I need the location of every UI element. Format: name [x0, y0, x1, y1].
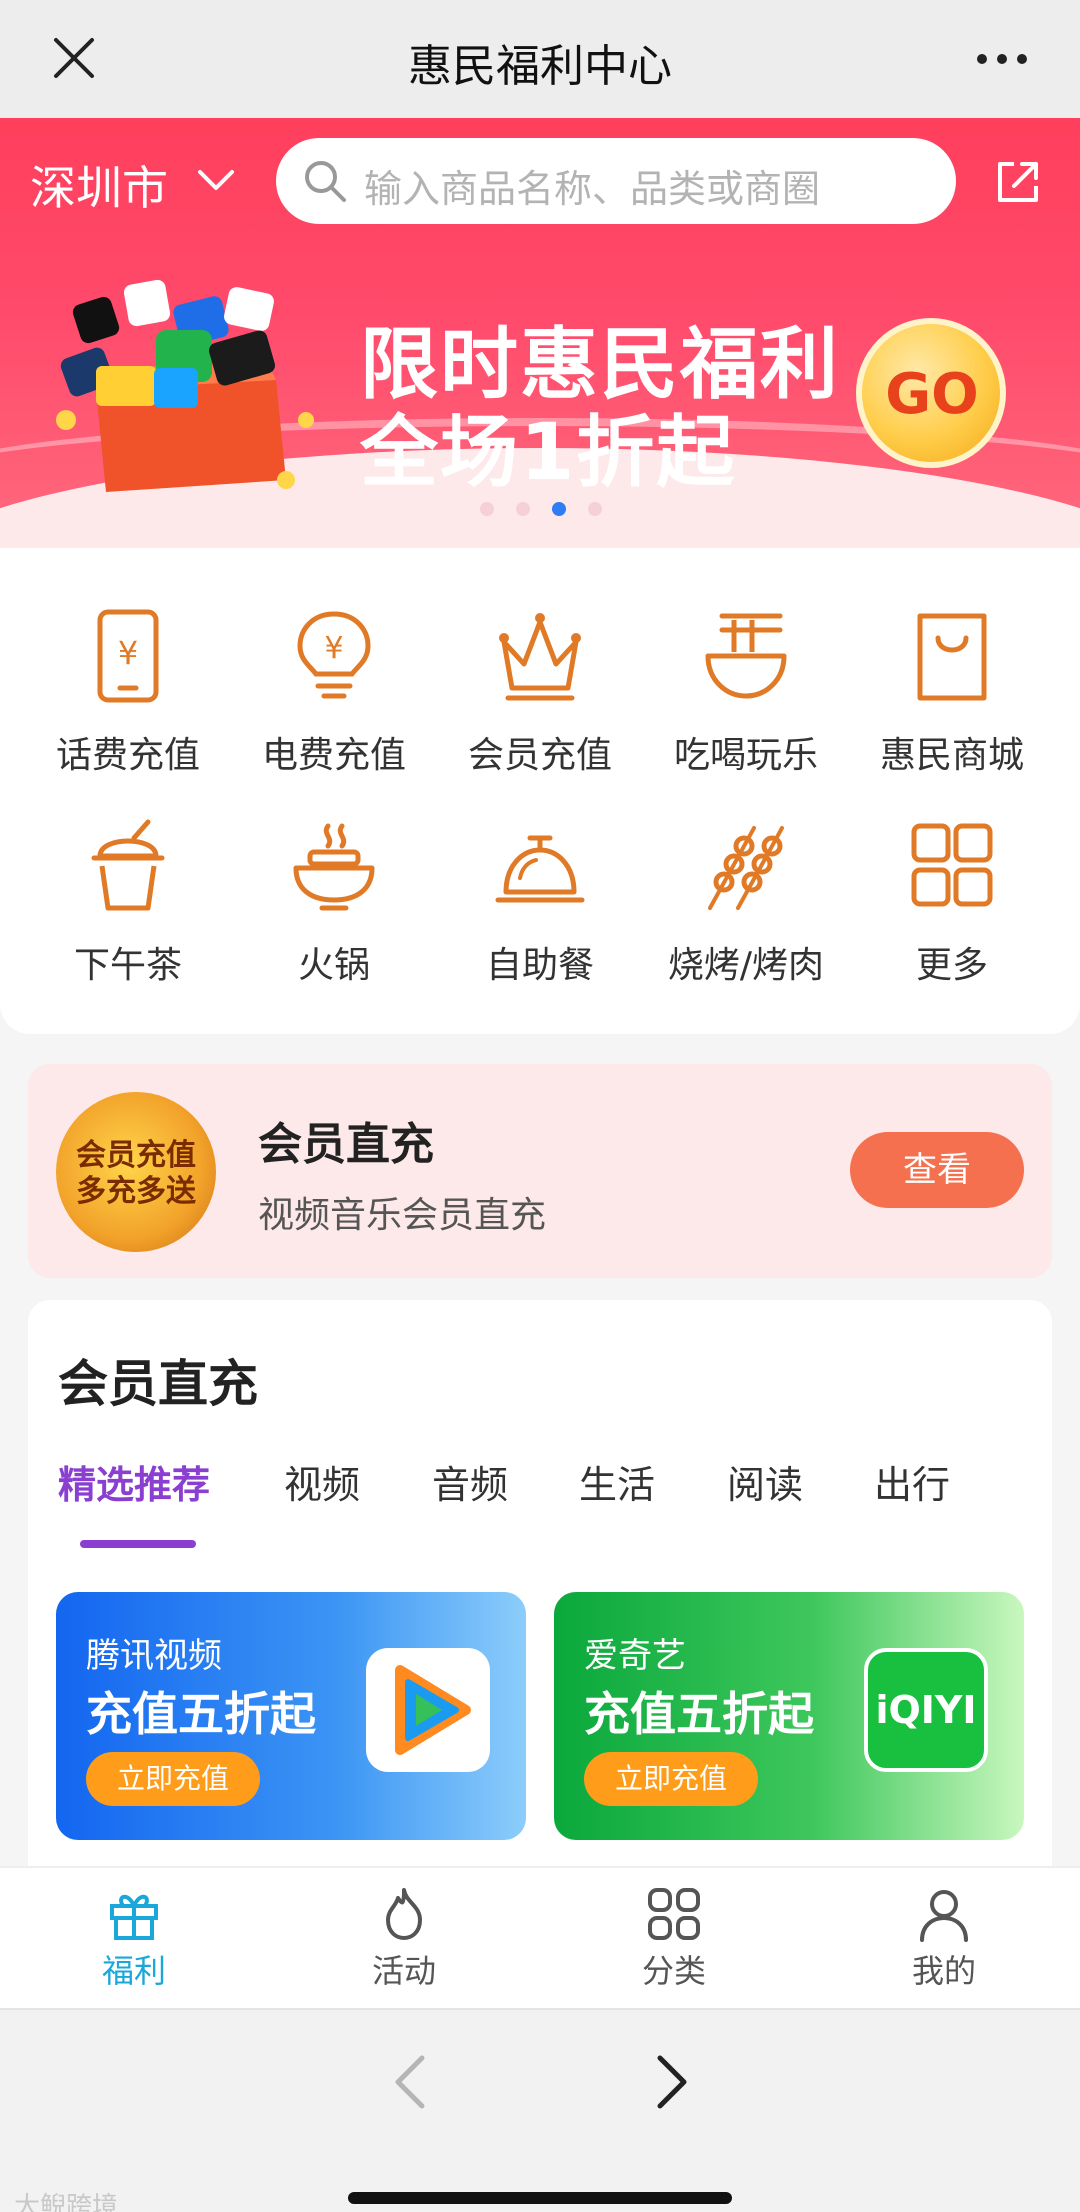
go-button[interactable]: GO: [856, 318, 1006, 468]
share-icon[interactable]: [992, 156, 1044, 208]
category-afternoon-tea[interactable]: 下午茶: [28, 818, 228, 1018]
cloche-icon: [495, 835, 585, 903]
bottom-tab-bar: 福利 活动 分类 我的: [0, 1866, 1080, 2008]
category-phone-recharge[interactable]: ¥ 话费充值: [28, 608, 228, 808]
section-title: 会员直充: [58, 1355, 258, 1413]
tabbar-item-activity[interactable]: 活动: [304, 1886, 504, 1996]
play-icon: [395, 1665, 471, 1755]
tab-reading[interactable]: 阅读: [727, 1454, 803, 1509]
iqiyi-logo-text: iQIYI: [875, 1688, 977, 1732]
product-deal: 充值五折起: [86, 1687, 316, 1741]
carousel-dot[interactable]: [588, 502, 602, 516]
carousel-dot[interactable]: [516, 502, 530, 516]
gift-box-illustration: [56, 279, 314, 492]
member-section: 会员直充 精选推荐 视频 音频 生活 阅读 出行 腾讯视频 充值五折起 立即充值…: [28, 1300, 1052, 1900]
bulb-yen-icon: ¥: [297, 611, 371, 699]
iqiyi-card[interactable]: 爱奇艺 充值五折起 立即充值 iQIYI: [554, 1592, 1024, 1840]
tab-life[interactable]: 生活: [579, 1454, 655, 1509]
tencent-video-card[interactable]: 腾讯视频 充值五折起 立即充值: [56, 1592, 526, 1840]
tabbar-item-welfare[interactable]: 福利: [34, 1886, 234, 1996]
category-label: 惠民商城: [879, 735, 1024, 776]
member-recharge-banner[interactable]: 会员充值 多充多送 会员直充 视频音乐会员直充 查看: [28, 1064, 1052, 1278]
tabbar-item-category[interactable]: 分类: [574, 1886, 774, 1996]
category-hotpot[interactable]: 火锅: [234, 818, 434, 1018]
category-label: 下午茶: [73, 945, 182, 986]
recharge-button[interactable]: 立即充值: [584, 1752, 758, 1806]
view-button[interactable]: 查看: [850, 1132, 1024, 1208]
chevron-down-icon[interactable]: [196, 166, 236, 194]
category-label: 自助餐: [485, 945, 594, 986]
tabbar-label: 我的: [911, 1952, 976, 1990]
member-badge-text: 会员充值 多充多送: [76, 1138, 196, 1209]
user-icon: [920, 1890, 968, 1942]
bubble-tea-icon: [91, 819, 165, 911]
category-grid: ¥ 话费充值 ¥ 电费充值 会员充值 吃喝玩乐 惠民商城 下午茶 火锅 自助餐 …: [0, 548, 1080, 1034]
member-banner-title: 会员直充: [258, 1119, 434, 1170]
search-input[interactable]: 输入商品名称、品类或商圈: [276, 138, 956, 224]
product-brand: 爱奇艺: [584, 1636, 686, 1676]
hotpot-icon: [293, 823, 375, 911]
member-badge: 会员充值 多充多送: [56, 1092, 216, 1252]
tabbar-label: 福利: [101, 1952, 166, 1990]
gift-icon: [110, 1894, 158, 1940]
category-label: 吃喝玩乐: [673, 735, 818, 776]
crown-icon: [499, 613, 581, 701]
member-banner-subtitle: 视频音乐会员直充: [258, 1195, 547, 1236]
category-food-fun[interactable]: 吃喝玩乐: [646, 608, 846, 808]
product-brand: 腾讯视频: [86, 1636, 222, 1676]
skewer-icon: [708, 826, 784, 910]
search-placeholder: 输入商品名称、品类或商圈: [364, 167, 821, 211]
grid-icon: [648, 1888, 700, 1940]
grid-icon: [911, 823, 993, 907]
category-label: 话费充值: [55, 735, 200, 776]
more-icon[interactable]: [972, 34, 1032, 84]
carousel-dot-active[interactable]: [552, 502, 566, 516]
tencent-video-logo: [366, 1648, 490, 1772]
svg-text:¥: ¥: [324, 631, 343, 666]
category-label: 火锅: [297, 945, 370, 986]
browser-nav-bar: 大鲵跨境: [0, 2008, 1080, 2212]
tabbar-label: 活动: [371, 1952, 436, 1990]
tab-travel[interactable]: 出行: [874, 1454, 950, 1509]
category-label: 电费充值: [261, 735, 406, 776]
category-more[interactable]: 更多: [852, 818, 1052, 1018]
shopping-bag-icon: [917, 613, 987, 701]
phone-yen-icon: ¥: [97, 609, 159, 703]
page-title: 惠民福利中心: [408, 41, 672, 92]
tabbar-item-profile[interactable]: 我的: [844, 1886, 1044, 1996]
category-member-recharge[interactable]: 会员充值: [440, 608, 640, 808]
tab-audio[interactable]: 音频: [432, 1454, 508, 1509]
product-deal: 充值五折起: [584, 1687, 814, 1741]
category-bbq[interactable]: 烧烤/烤肉: [646, 818, 846, 1018]
search-icon: [305, 161, 346, 202]
home-indicator[interactable]: [348, 2192, 732, 2204]
title-bar: 惠民福利中心: [0, 0, 1080, 118]
promo-subline: 全场1折起: [360, 408, 737, 498]
back-chevron-icon[interactable]: [388, 2052, 432, 2112]
tab-video[interactable]: 视频: [284, 1454, 360, 1509]
tab-active-indicator: [80, 1540, 196, 1548]
category-label: 烧烤/烤肉: [667, 945, 825, 986]
carousel-indicator: [480, 498, 610, 520]
noodle-bowl-icon: [705, 613, 787, 699]
category-buffet[interactable]: 自助餐: [440, 818, 640, 1018]
hero-banner: 深圳市 输入商品名称、品类或商圈 限时惠民福利 全场1折起 GO: [0, 118, 1080, 548]
recharge-button[interactable]: 立即充值: [86, 1752, 260, 1806]
svg-text:¥: ¥: [118, 634, 138, 672]
tabbar-label: 分类: [641, 1952, 706, 1990]
category-electric-recharge[interactable]: ¥ 电费充值: [234, 608, 434, 808]
city-selector[interactable]: 深圳市: [30, 152, 168, 218]
category-label: 更多: [915, 945, 988, 986]
category-label: 会员充值: [467, 735, 612, 776]
forward-chevron-icon[interactable]: [650, 2052, 694, 2112]
carousel-dot[interactable]: [480, 502, 494, 516]
go-label: GO: [885, 362, 979, 427]
flame-icon: [386, 1888, 422, 1940]
watermark: 大鲵跨境: [14, 2192, 119, 2212]
category-mall[interactable]: 惠民商城: [852, 608, 1052, 808]
iqiyi-logo: iQIYI: [864, 1648, 988, 1772]
tab-featured[interactable]: 精选推荐: [58, 1454, 210, 1509]
